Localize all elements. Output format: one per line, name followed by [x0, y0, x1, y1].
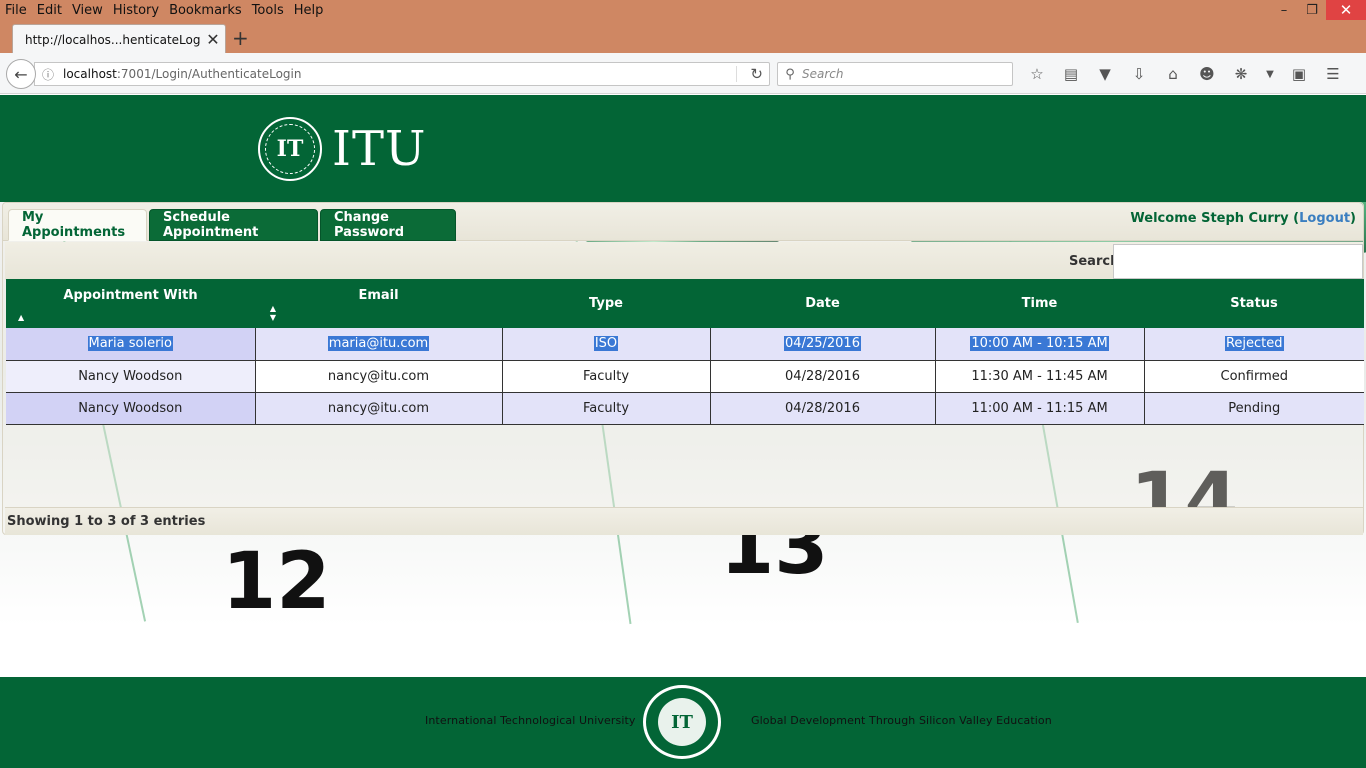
logout-link[interactable]: Logout — [1299, 211, 1350, 226]
reading-list-icon[interactable]: ▤ — [1054, 63, 1088, 85]
column-header-time[interactable]: Time — [935, 279, 1144, 328]
table-search-input[interactable] — [1113, 244, 1363, 279]
menu-icon[interactable]: ☰ — [1316, 63, 1350, 85]
cell-time: 11:30 AM - 11:45 AM — [935, 360, 1145, 393]
toolbar-icons: ☆ ▤ ▼ ⇩ ⌂ ☻ ❋ ▼ ▣ ☰ — [1020, 63, 1350, 85]
menu-view[interactable]: View — [67, 1, 108, 21]
table-info: Showing 1 to 3 of 3 entries — [5, 507, 1363, 535]
university-seal-icon: IT — [258, 117, 322, 181]
cell-type: Faculty — [502, 360, 711, 393]
site-header: IT ITU — [0, 95, 1366, 202]
tab-schedule-appointment[interactable]: Schedule Appointment — [149, 209, 318, 241]
appointments-panel: My Appointments Schedule Appointment Cha… — [2, 202, 1364, 535]
new-tab-icon[interactable]: + — [232, 28, 249, 48]
menu-tools[interactable]: Tools — [247, 1, 289, 21]
column-header-email[interactable]: Email ▲ ▼ — [255, 279, 502, 328]
home-icon[interactable]: ⌂ — [1156, 63, 1190, 85]
pocket-icon[interactable]: ▼ — [1088, 63, 1122, 85]
minimize-icon[interactable]: – — [1270, 0, 1298, 20]
app-tabs-bar: My Appointments Schedule Appointment Cha… — [3, 203, 1363, 241]
table-header-row: Appointment With ▲ Email ▲ ▼ Type Date Ti… — [6, 279, 1364, 328]
cell-email: nancy@itu.com — [255, 392, 503, 425]
calendar-number: 12 — [222, 537, 331, 626]
search-icon: ⚲ — [785, 66, 795, 82]
table-toolbar: Search: — [5, 242, 1363, 280]
menu-list: File Edit View History Bookmarks Tools H… — [0, 1, 328, 21]
logo-text: ITU — [332, 121, 427, 177]
chat-icon[interactable]: ☻ — [1190, 63, 1224, 85]
footer-university-name: International Technological University — [425, 714, 636, 727]
bookmark-star-icon[interactable]: ☆ — [1020, 63, 1054, 85]
extension-icon[interactable]: ❋ — [1224, 63, 1258, 85]
table-row[interactable]: Maria solerio maria@itu.com ISO 04/25/20… — [6, 328, 1364, 361]
footer-tagline: Global Development Through Silicon Valle… — [751, 714, 1052, 727]
column-header-appointment-with[interactable]: Appointment With ▲ — [6, 279, 255, 328]
browser-search-field[interactable]: ⚲ Search — [777, 62, 1013, 86]
cell-time: 10:00 AM - 10:15 AM — [935, 328, 1145, 361]
close-tab-icon[interactable]: ✕ — [201, 30, 225, 49]
cell-status: Rejected — [1144, 328, 1364, 361]
back-arrow-icon: ← — [14, 64, 28, 84]
tab-my-appointments[interactable]: My Appointments — [8, 209, 147, 241]
tab-strip: http://localhos...henticateLogin ✕ + — [0, 22, 1366, 54]
cell-type: ISO — [502, 328, 711, 361]
site-info-icon[interactable]: ⓘ — [35, 66, 61, 83]
menu-bookmarks[interactable]: Bookmarks — [164, 1, 247, 21]
table-row[interactable]: Nancy Woodson nancy@itu.com Faculty 04/2… — [6, 360, 1364, 393]
cell-appointment-with: Nancy Woodson — [6, 360, 256, 393]
browser-tab[interactable]: http://localhos...henticateLogin ✕ — [12, 24, 226, 54]
browser-search-placeholder: Search — [802, 67, 844, 81]
column-header-date[interactable]: Date — [710, 279, 935, 328]
restore-icon[interactable]: ❐ — [1298, 0, 1326, 20]
close-window-icon[interactable]: ✕ — [1326, 0, 1366, 20]
column-header-type[interactable]: Type — [502, 279, 710, 328]
url-divider — [736, 66, 737, 82]
overflow-icon[interactable]: ▼ — [1258, 63, 1282, 85]
menu-file[interactable]: File — [0, 1, 32, 21]
menu-bar: File Edit View History Bookmarks Tools H… — [0, 0, 1366, 22]
screenshot-icon[interactable]: ▣ — [1282, 63, 1316, 85]
cell-date: 04/28/2016 — [710, 392, 936, 425]
cell-appointment-with: Maria solerio — [6, 328, 256, 361]
menu-help[interactable]: Help — [289, 1, 329, 21]
browser-tab-title: http://localhos...henticateLogin — [25, 32, 201, 47]
cell-email: nancy@itu.com — [255, 360, 503, 393]
cell-type: Faculty — [502, 392, 711, 425]
appointments-table: Appointment With ▲ Email ▲ ▼ Type Date Ti… — [6, 279, 1364, 425]
menu-history[interactable]: History — [108, 1, 164, 21]
footer-seal-icon: IT — [643, 685, 721, 759]
menu-edit[interactable]: Edit — [32, 1, 67, 21]
sort-both-icon: ▲ ▼ — [269, 304, 276, 322]
back-button[interactable]: ← — [6, 59, 36, 89]
url-bar[interactable]: ⓘ localhost:7001/Login/AuthenticateLogin… — [34, 62, 770, 86]
cell-date: 04/28/2016 — [710, 360, 936, 393]
download-icon[interactable]: ⇩ — [1122, 63, 1156, 85]
welcome-suffix: ) — [1350, 211, 1356, 226]
column-header-status[interactable]: Status — [1144, 279, 1364, 328]
url-path: :7001/Login/AuthenticateLogin — [116, 67, 302, 81]
url-host: localhost — [63, 67, 117, 81]
cell-status: Pending — [1144, 392, 1364, 425]
cell-appointment-with: Nancy Woodson — [6, 392, 256, 425]
navigation-toolbar: ⓘ localhost:7001/Login/AuthenticateLogin… — [0, 53, 1366, 94]
cell-status: Confirmed — [1144, 360, 1364, 393]
cell-date: 04/25/2016 — [710, 328, 936, 361]
site-footer: International Technological University I… — [0, 677, 1366, 768]
welcome-text: Welcome Steph Curry ( — [1130, 211, 1300, 226]
sort-ascending-icon: ▲ — [18, 313, 25, 322]
reload-icon[interactable]: ↻ — [750, 65, 763, 83]
cell-time: 11:00 AM - 11:15 AM — [935, 392, 1145, 425]
cell-email: maria@itu.com — [255, 328, 503, 361]
tab-change-password[interactable]: Change Password — [320, 209, 456, 241]
window-controls: – ❐ ✕ — [1270, 0, 1366, 22]
itu-logo[interactable]: IT ITU — [258, 117, 426, 181]
welcome-message: Welcome Steph Curry (Logout) — [1130, 211, 1356, 226]
table-row[interactable]: Nancy Woodson nancy@itu.com Faculty 04/2… — [6, 392, 1364, 425]
